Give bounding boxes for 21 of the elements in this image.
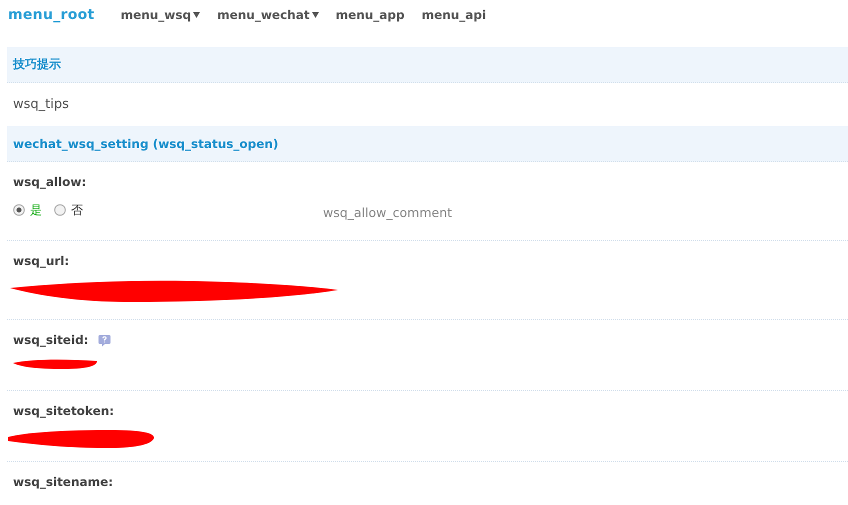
nav-menu-item[interactable]: menu_wechat bbox=[217, 8, 319, 22]
radio-label: 是 bbox=[30, 202, 42, 218]
nav-menu-item[interactable]: menu_wsq bbox=[120, 8, 200, 22]
radio-icon[interactable] bbox=[13, 204, 25, 216]
radio-icon[interactable] bbox=[54, 204, 66, 216]
field-label: wsq_sitetoken: bbox=[13, 404, 114, 418]
tips-text: wsq_tips bbox=[12, 96, 70, 114]
section-header: 技巧提示 bbox=[7, 47, 848, 83]
nav-menu-item[interactable]: menu_api bbox=[422, 8, 486, 22]
nav-menu-item[interactable]: menu_app bbox=[336, 8, 405, 22]
field-label: wsq_siteid: bbox=[13, 333, 88, 347]
help-icon[interactable] bbox=[98, 334, 112, 346]
caret-icon bbox=[312, 12, 319, 18]
field-label: wsq_sitename: bbox=[13, 475, 114, 489]
caret-icon bbox=[193, 12, 200, 18]
field-label: wsq_url: bbox=[13, 254, 70, 268]
radio-option[interactable]: 否 bbox=[54, 202, 83, 218]
radio-label: 否 bbox=[71, 202, 83, 218]
field-label: wsq_allow: bbox=[13, 175, 86, 189]
field-comment: wsq_allow_comment bbox=[323, 204, 452, 220]
section-header: wechat_wsq_setting (wsq_status_open) bbox=[7, 126, 848, 162]
